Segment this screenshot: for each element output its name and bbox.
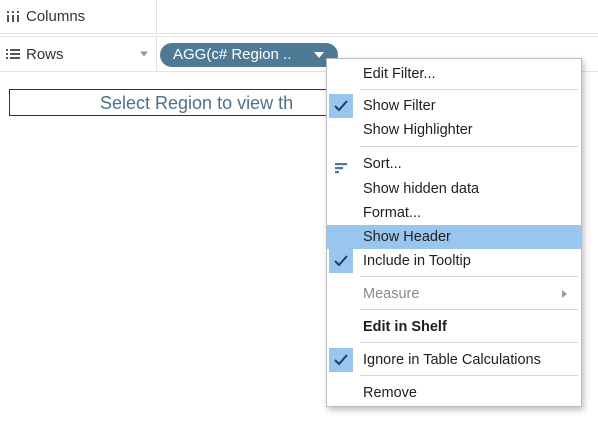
menu-separator <box>360 89 578 90</box>
view-title: Select Region to view th <box>100 93 294 113</box>
menu-separator <box>360 276 578 277</box>
columns-shelf-label: Columns <box>0 0 157 33</box>
menu-item-remove[interactable]: Remove <box>327 381 581 405</box>
columns-icon <box>6 10 20 23</box>
menu-separator <box>360 342 578 343</box>
pill-label: AGG(c# Region .. <box>173 46 292 63</box>
columns-shelf[interactable]: Columns <box>0 0 598 34</box>
rows-icon <box>6 48 20 60</box>
menu-item-show-hidden-data[interactable]: Show hidden data <box>327 177 581 201</box>
menu-item-format[interactable]: Format... <box>327 201 581 225</box>
menu-item-show-header[interactable]: Show Header <box>327 225 581 249</box>
chevron-down-icon[interactable] <box>314 52 324 58</box>
pill-context-menu: Edit Filter... Show Filter Show Highligh… <box>326 58 582 407</box>
check-icon <box>329 249 353 273</box>
columns-label: Columns <box>26 8 86 25</box>
menu-item-ignore-in-table-calculations[interactable]: Ignore in Table Calculations <box>327 348 581 372</box>
menu-item-edit-filter[interactable]: Edit Filter... <box>327 62 581 86</box>
menu-item-include-in-tooltip[interactable]: Include in Tooltip <box>327 249 581 273</box>
menu-separator <box>360 375 578 376</box>
chevron-down-icon[interactable] <box>140 51 148 57</box>
menu-item-show-highlighter[interactable]: Show Highlighter <box>327 118 581 142</box>
menu-item-sort[interactable]: Sort... <box>327 152 581 176</box>
chevron-right-icon <box>562 290 567 298</box>
menu-item-edit-in-shelf[interactable]: Edit in Shelf <box>327 315 581 339</box>
menu-separator <box>360 309 578 310</box>
region-field-pill[interactable]: AGG(c# Region .. <box>160 43 338 67</box>
menu-separator <box>360 146 578 147</box>
view-title-box: Select Region to view th <box>9 89 339 116</box>
menu-item-measure[interactable]: Measure <box>327 282 581 306</box>
check-icon <box>329 94 353 118</box>
sort-icon <box>335 158 347 174</box>
menu-item-show-filter[interactable]: Show Filter <box>327 94 581 118</box>
rows-shelf-label: Rows <box>0 37 157 71</box>
check-icon <box>329 348 353 372</box>
tableau-worksheet: Columns Rows AGG(c# Region .. Select Reg… <box>0 0 598 424</box>
rows-label: Rows <box>26 45 64 63</box>
